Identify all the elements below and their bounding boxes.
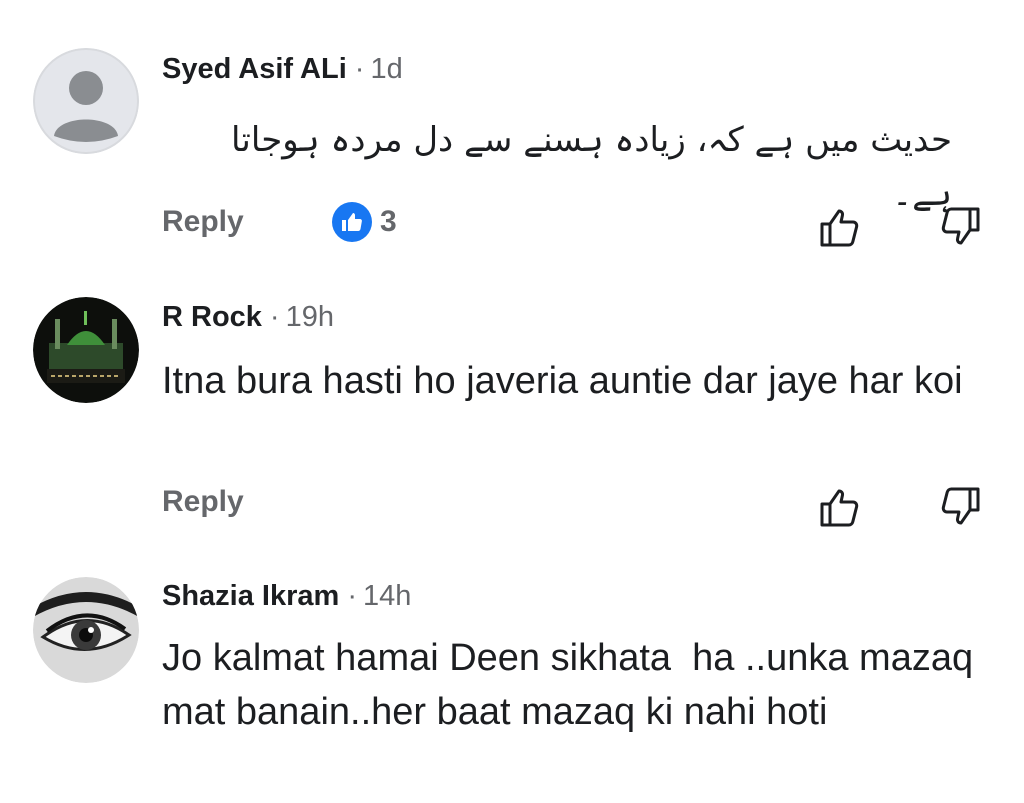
author-name[interactable]: R Rock xyxy=(162,301,262,333)
downvote-button[interactable] xyxy=(935,202,985,252)
reply-button[interactable]: Reply xyxy=(162,205,244,239)
like-badge-icon xyxy=(332,202,372,242)
timestamp: 19h xyxy=(285,301,334,333)
upvote-button[interactable] xyxy=(815,202,865,252)
like-count: 3 xyxy=(380,205,397,238)
separator-dot: · xyxy=(354,53,365,85)
author-name[interactable]: Shazia Ikram xyxy=(162,580,339,612)
thumbs-down-icon xyxy=(941,487,980,525)
comment-header: R Rock · 19h xyxy=(162,300,334,334)
avatar[interactable] xyxy=(33,48,139,154)
comment-text: Jo kalmat hamai Deen sikhata ha ..unka m… xyxy=(162,637,984,733)
avatar[interactable] xyxy=(33,297,139,403)
comment-header: Syed Asif ALi · 1d xyxy=(162,52,403,86)
reply-button[interactable]: Reply xyxy=(162,485,244,519)
author-name[interactable]: Syed Asif ALi xyxy=(162,53,347,85)
green-dome-image xyxy=(33,297,139,403)
avatar[interactable] xyxy=(33,577,139,683)
comment-text: Itna bura hasti ho javeria auntie dar ja… xyxy=(162,360,963,402)
separator-dot: · xyxy=(269,301,280,333)
timestamp: 14h xyxy=(363,580,412,612)
comment-header: Shazia Ikram · 14h xyxy=(162,579,411,613)
thumbs-up-icon xyxy=(820,209,859,247)
timestamp: 1d xyxy=(370,53,403,85)
upvote-button[interactable] xyxy=(815,482,865,532)
thumbs-up-icon xyxy=(820,489,859,527)
default-person-icon xyxy=(33,48,139,154)
reaction-count[interactable]: 3 xyxy=(332,202,397,242)
downvote-button[interactable] xyxy=(935,482,985,532)
eye-closeup-image xyxy=(33,577,139,683)
separator-dot: · xyxy=(347,580,357,612)
thumbs-down-icon xyxy=(941,207,980,245)
